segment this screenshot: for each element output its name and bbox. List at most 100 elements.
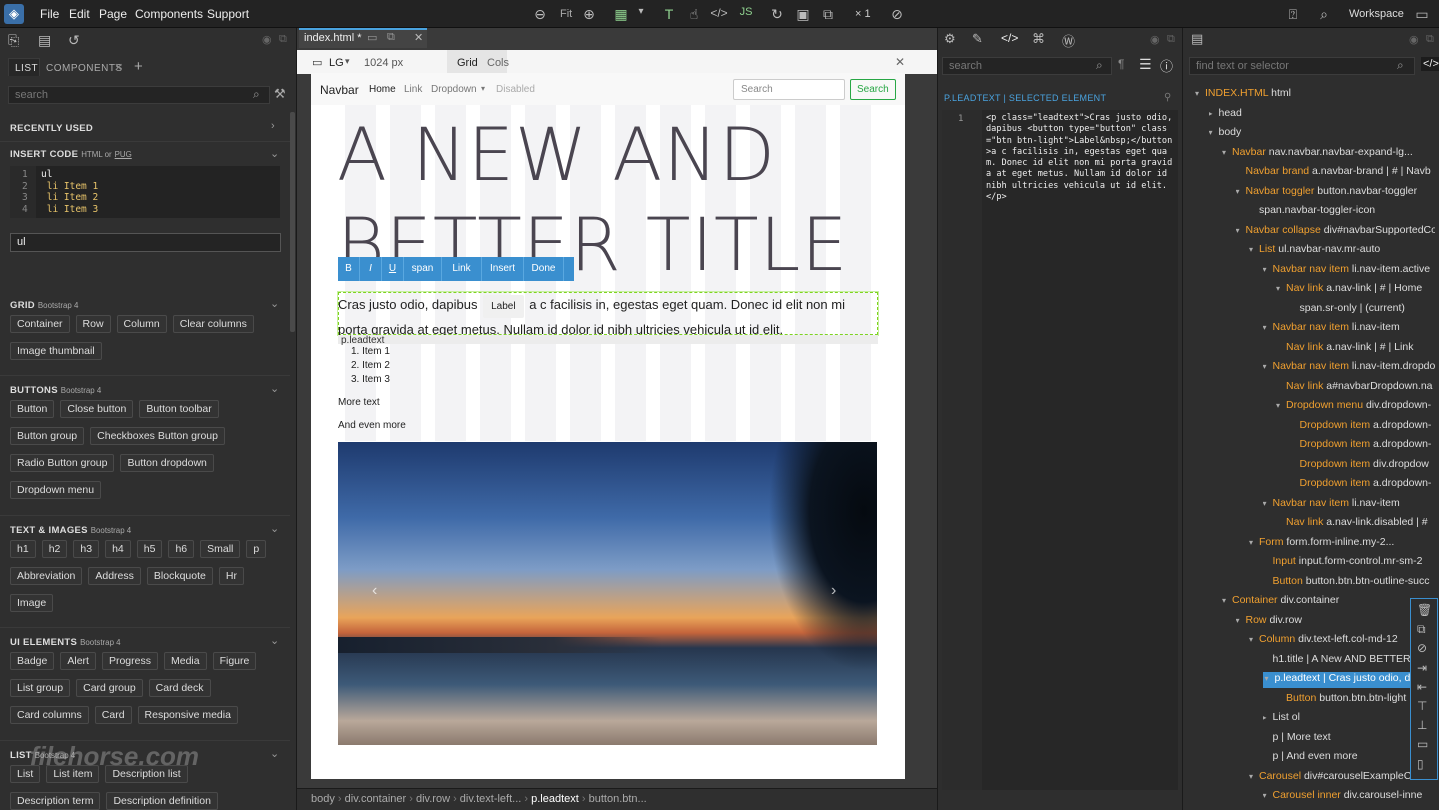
expand-toggle-icon[interactable]: ▾ xyxy=(1249,538,1259,547)
toolbar-button[interactable]: Insert xyxy=(482,257,524,281)
component-button[interactable]: Button toolbar xyxy=(139,400,219,418)
component-button[interactable]: Row xyxy=(75,315,111,333)
component-button[interactable]: Description term xyxy=(10,792,101,810)
navbar-search-button[interactable]: Search xyxy=(850,79,896,100)
component-button[interactable]: h4 xyxy=(105,540,131,558)
insert-code-heading[interactable]: INSERT CODE HTML or PUG xyxy=(10,149,132,160)
tree-node[interactable]: ▾ Navbar nav item li.nav-item xyxy=(1263,321,1436,337)
breadcrumb-item[interactable]: button.btn... xyxy=(589,793,647,805)
section-heading[interactable]: BUTTONS Bootstrap 4 xyxy=(10,385,101,396)
expand-toggle-icon[interactable]: ▾ xyxy=(1249,772,1259,781)
help-icon[interactable]: ⍰ xyxy=(1284,6,1302,23)
component-button[interactable]: Figure xyxy=(212,652,257,670)
trash-icon[interactable]: 🗑 xyxy=(1417,603,1432,617)
component-button[interactable]: Progress xyxy=(101,652,158,670)
indent-icon[interactable]: ⇥ xyxy=(1417,661,1427,675)
chevron-down-icon[interactable]: ⌄ xyxy=(270,147,279,160)
expand-toggle-icon[interactable]: ▾ xyxy=(1263,499,1273,508)
tree-search-input[interactable]: find text or selector xyxy=(1189,57,1415,75)
list-item-1[interactable]: 1. Item 1 xyxy=(351,346,390,357)
component-button[interactable]: Button group xyxy=(10,427,85,445)
tree-node[interactable]: Nav link a.nav-link.disabled | # xyxy=(1276,516,1435,532)
code-icon[interactable]: </> xyxy=(1421,57,1439,71)
chevron-down-icon[interactable]: ⌄ xyxy=(270,297,279,310)
tree-node[interactable]: Dropdown item a.dropdown- xyxy=(1290,438,1436,454)
expand-toggle-icon[interactable]: ▾ xyxy=(1249,245,1259,254)
javascript-icon[interactable]: JS xyxy=(737,6,755,18)
eye-off-icon[interactable]: ⊘ xyxy=(888,6,906,23)
insert-code-editor[interactable]: 1 ul 2 li Item 1 3 li Item 2 4 li Item 3 xyxy=(10,166,280,218)
tree-node[interactable]: ▾ Navbar nav item li.nav-item.dropdo xyxy=(1263,360,1436,376)
toolbar-button[interactable]: span xyxy=(404,257,442,281)
menu-edit[interactable]: Edit xyxy=(69,7,90,21)
expand-toggle-icon[interactable]: ▾ xyxy=(1236,616,1246,625)
close-tab-icon[interactable]: ✕ xyxy=(114,61,123,74)
breadcrumb-item[interactable]: div.row xyxy=(416,793,450,805)
tree-node[interactable]: ▾ Navbar nav item li.nav-item xyxy=(1263,497,1436,513)
component-button[interactable]: Abbreviation xyxy=(10,567,83,585)
wordpress-icon[interactable]: Ⓦ xyxy=(1062,31,1075,50)
carousel-prev-icon[interactable]: ‹ xyxy=(372,582,377,600)
breadcrumb-item[interactable]: div.container xyxy=(345,793,407,805)
tree-node[interactable]: Navbar brand a.navbar-brand | # | Navb xyxy=(1236,165,1436,181)
tree-node[interactable]: ▾ Carousel div#carouselExampleCo xyxy=(1249,770,1435,786)
tree-node[interactable]: ▾ p.leadtext | Cras justo odio, d xyxy=(1262,672,1413,688)
component-button[interactable]: Card xyxy=(94,706,132,724)
tree-node[interactable]: ▾ INDEX.HTML html xyxy=(1195,87,1435,103)
nav-home[interactable]: Home xyxy=(369,84,396,95)
menu-file[interactable]: File xyxy=(40,7,59,21)
component-button[interactable]: h1 xyxy=(10,540,36,558)
tree-node[interactable]: ▾ List ul.navbar-nav.mr-auto xyxy=(1249,243,1435,259)
expand-toggle-icon[interactable]: ▾ xyxy=(1222,148,1232,157)
chevron-down-icon[interactable]: ▾ xyxy=(632,6,650,17)
more-text[interactable]: More text xyxy=(338,397,380,408)
assets-icon[interactable]: ⌘ xyxy=(1032,31,1045,47)
zoom-in-icon[interactable]: ⊕ xyxy=(580,6,598,23)
component-button[interactable]: Description definition xyxy=(106,792,218,810)
toolbar-button[interactable]: U xyxy=(382,257,404,281)
tree-node[interactable]: span.sr-only | (current) xyxy=(1290,302,1436,318)
component-button[interactable]: Address xyxy=(88,567,141,585)
tree-node[interactable]: ▾ Column div.text-left.col-md-12 xyxy=(1249,633,1435,649)
component-button[interactable]: Card columns xyxy=(10,706,89,724)
nav-dropdown[interactable]: Dropdown xyxy=(431,84,477,95)
component-button[interactable]: Checkboxes Button group xyxy=(90,427,225,445)
tree-node[interactable]: ▾ Carousel inner div.carousel-inne xyxy=(1263,789,1436,805)
device-icon[interactable]: ▭ xyxy=(312,56,322,69)
tree-node[interactable]: Nav link a.nav-link | # | Link xyxy=(1276,341,1435,357)
component-button[interactable]: Column xyxy=(116,315,167,333)
code-source[interactable]: <p class="leadtext">Cras justo odio, dap… xyxy=(986,113,1176,203)
wrap-icon[interactable]: ▭ xyxy=(1417,737,1428,751)
expand-toggle-icon[interactable]: ▾ xyxy=(1263,323,1273,332)
nav-link[interactable]: Link xyxy=(404,84,422,95)
code-icon[interactable]: </> xyxy=(710,6,728,20)
tree-node[interactable]: ▾ Row div.row xyxy=(1236,614,1436,630)
tree-node[interactable]: Nav link a#navbarDropdown.na xyxy=(1276,380,1435,396)
component-button[interactable]: Responsive media xyxy=(137,706,238,724)
page-canvas[interactable]: Navbar Home Link Dropdown ▾ Disabled Sea… xyxy=(311,73,905,779)
tree-node[interactable]: Dropdown item a.dropdown- xyxy=(1290,419,1436,435)
expand-toggle-icon[interactable]: ▾ xyxy=(1249,635,1259,644)
component-button[interactable]: Dropdown menu xyxy=(10,481,102,499)
toolbar-button[interactable]: B xyxy=(338,257,360,281)
detach-icon[interactable]: ⧉ xyxy=(1426,33,1434,46)
section-heading[interactable]: GRID Bootstrap 4 xyxy=(10,300,78,311)
settings-icon[interactable]: ⚙ xyxy=(944,31,956,47)
expand-toggle-icon[interactable]: ▾ xyxy=(1265,674,1275,683)
carousel-next-icon[interactable]: › xyxy=(831,582,836,600)
tree-node[interactable]: ▾ Form form.form-inline.my-2... xyxy=(1249,536,1435,552)
breadcrumb-item[interactable]: div.text-left... xyxy=(460,793,522,805)
component-button[interactable]: Clear columns xyxy=(172,315,254,333)
outdent-icon[interactable]: ⇤ xyxy=(1417,680,1427,694)
toolbar-button[interactable]: Done xyxy=(524,257,564,281)
tools-icon[interactable]: ⚒ xyxy=(274,86,286,102)
recently-used-heading[interactable]: RECENTLY USED xyxy=(10,123,93,134)
navbar-search-input[interactable]: Search xyxy=(733,79,845,100)
warning-icon[interactable]: ⓘ xyxy=(1160,56,1173,75)
tree-node[interactable]: span.navbar-toggler-icon xyxy=(1249,204,1435,220)
chevron-down-icon[interactable]: ⌄ xyxy=(270,522,279,535)
component-button[interactable]: Alert xyxy=(60,652,96,670)
breadcrumb-item[interactable]: body xyxy=(311,793,335,805)
chevron-right-icon[interactable]: › xyxy=(271,120,275,132)
code-search-input[interactable]: search xyxy=(942,57,1112,75)
